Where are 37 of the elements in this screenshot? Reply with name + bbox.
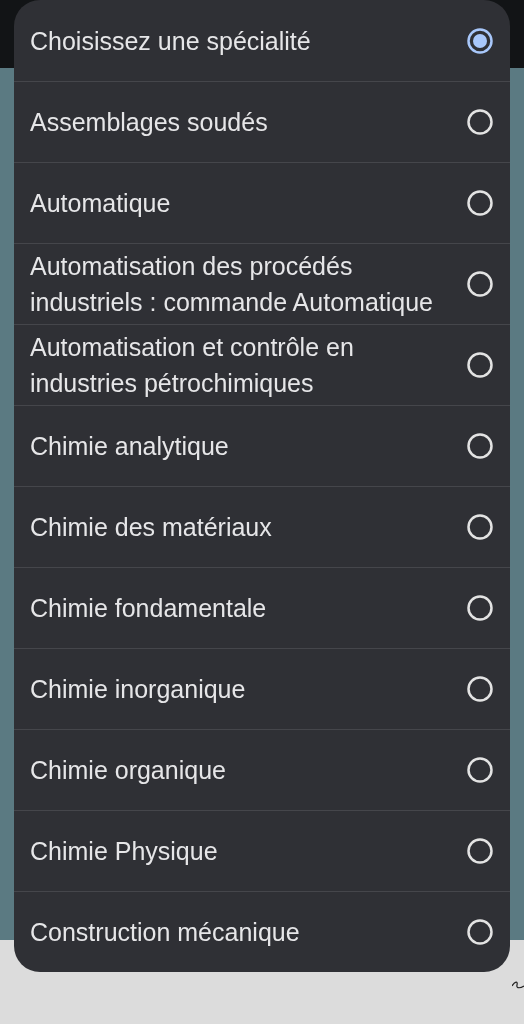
radio-button[interactable] xyxy=(466,675,494,703)
radio-button[interactable] xyxy=(466,26,494,55)
radio-button[interactable] xyxy=(466,837,494,865)
option-item[interactable]: Choisissez une spécialité xyxy=(14,0,510,81)
option-item[interactable]: Chimie fondamentale xyxy=(14,567,510,648)
radio-button[interactable] xyxy=(466,270,494,298)
option-item[interactable]: Construction mécanique xyxy=(14,891,510,972)
option-label: Choisissez une spécialité xyxy=(30,25,312,57)
option-label: Assemblages soudés xyxy=(30,107,269,138)
radio-button[interactable] xyxy=(466,513,494,541)
option-item[interactable]: Chimie organique xyxy=(14,729,510,810)
option-label: Chimie Physique xyxy=(30,836,219,867)
radio-button[interactable] xyxy=(466,432,494,460)
option-item[interactable]: Automatique xyxy=(14,162,510,243)
radio-button[interactable] xyxy=(466,756,494,784)
radio-button[interactable] xyxy=(466,189,494,217)
radio-button[interactable] xyxy=(466,918,494,946)
scribble-drawing xyxy=(512,980,524,990)
radio-button[interactable] xyxy=(466,594,494,622)
option-label: Chimie inorganique xyxy=(30,674,247,705)
option-item[interactable]: Chimie Physique xyxy=(14,810,510,891)
option-item[interactable]: Automatisation et contrôle en industries pétrochimiques xyxy=(14,324,510,405)
radio-button[interactable] xyxy=(466,351,494,379)
option-label: Automatisation des procédés industriels : commande Automatique xyxy=(30,251,434,318)
option-item[interactable]: Chimie des matériaux xyxy=(14,486,510,567)
option-label: Chimie organique xyxy=(30,755,227,786)
option-label: Chimie fondamentale xyxy=(30,593,268,624)
option-item[interactable]: Automatisation des procédés industriels : commande Automatique xyxy=(14,243,510,324)
option-label: Automatique xyxy=(30,188,172,219)
option-item[interactable]: Chimie inorganique xyxy=(14,648,510,729)
option-label: Automatisation et contrôle en industries pétrochimiques xyxy=(30,332,355,399)
radio-button[interactable] xyxy=(466,108,494,136)
option-item[interactable]: Assemblages soudés xyxy=(14,81,510,162)
option-item[interactable]: Chimie analytique xyxy=(14,405,510,486)
option-label: Chimie des matériaux xyxy=(30,512,273,543)
option-label: Construction mécanique xyxy=(30,917,301,948)
option-label: Chimie analytique xyxy=(30,431,230,462)
